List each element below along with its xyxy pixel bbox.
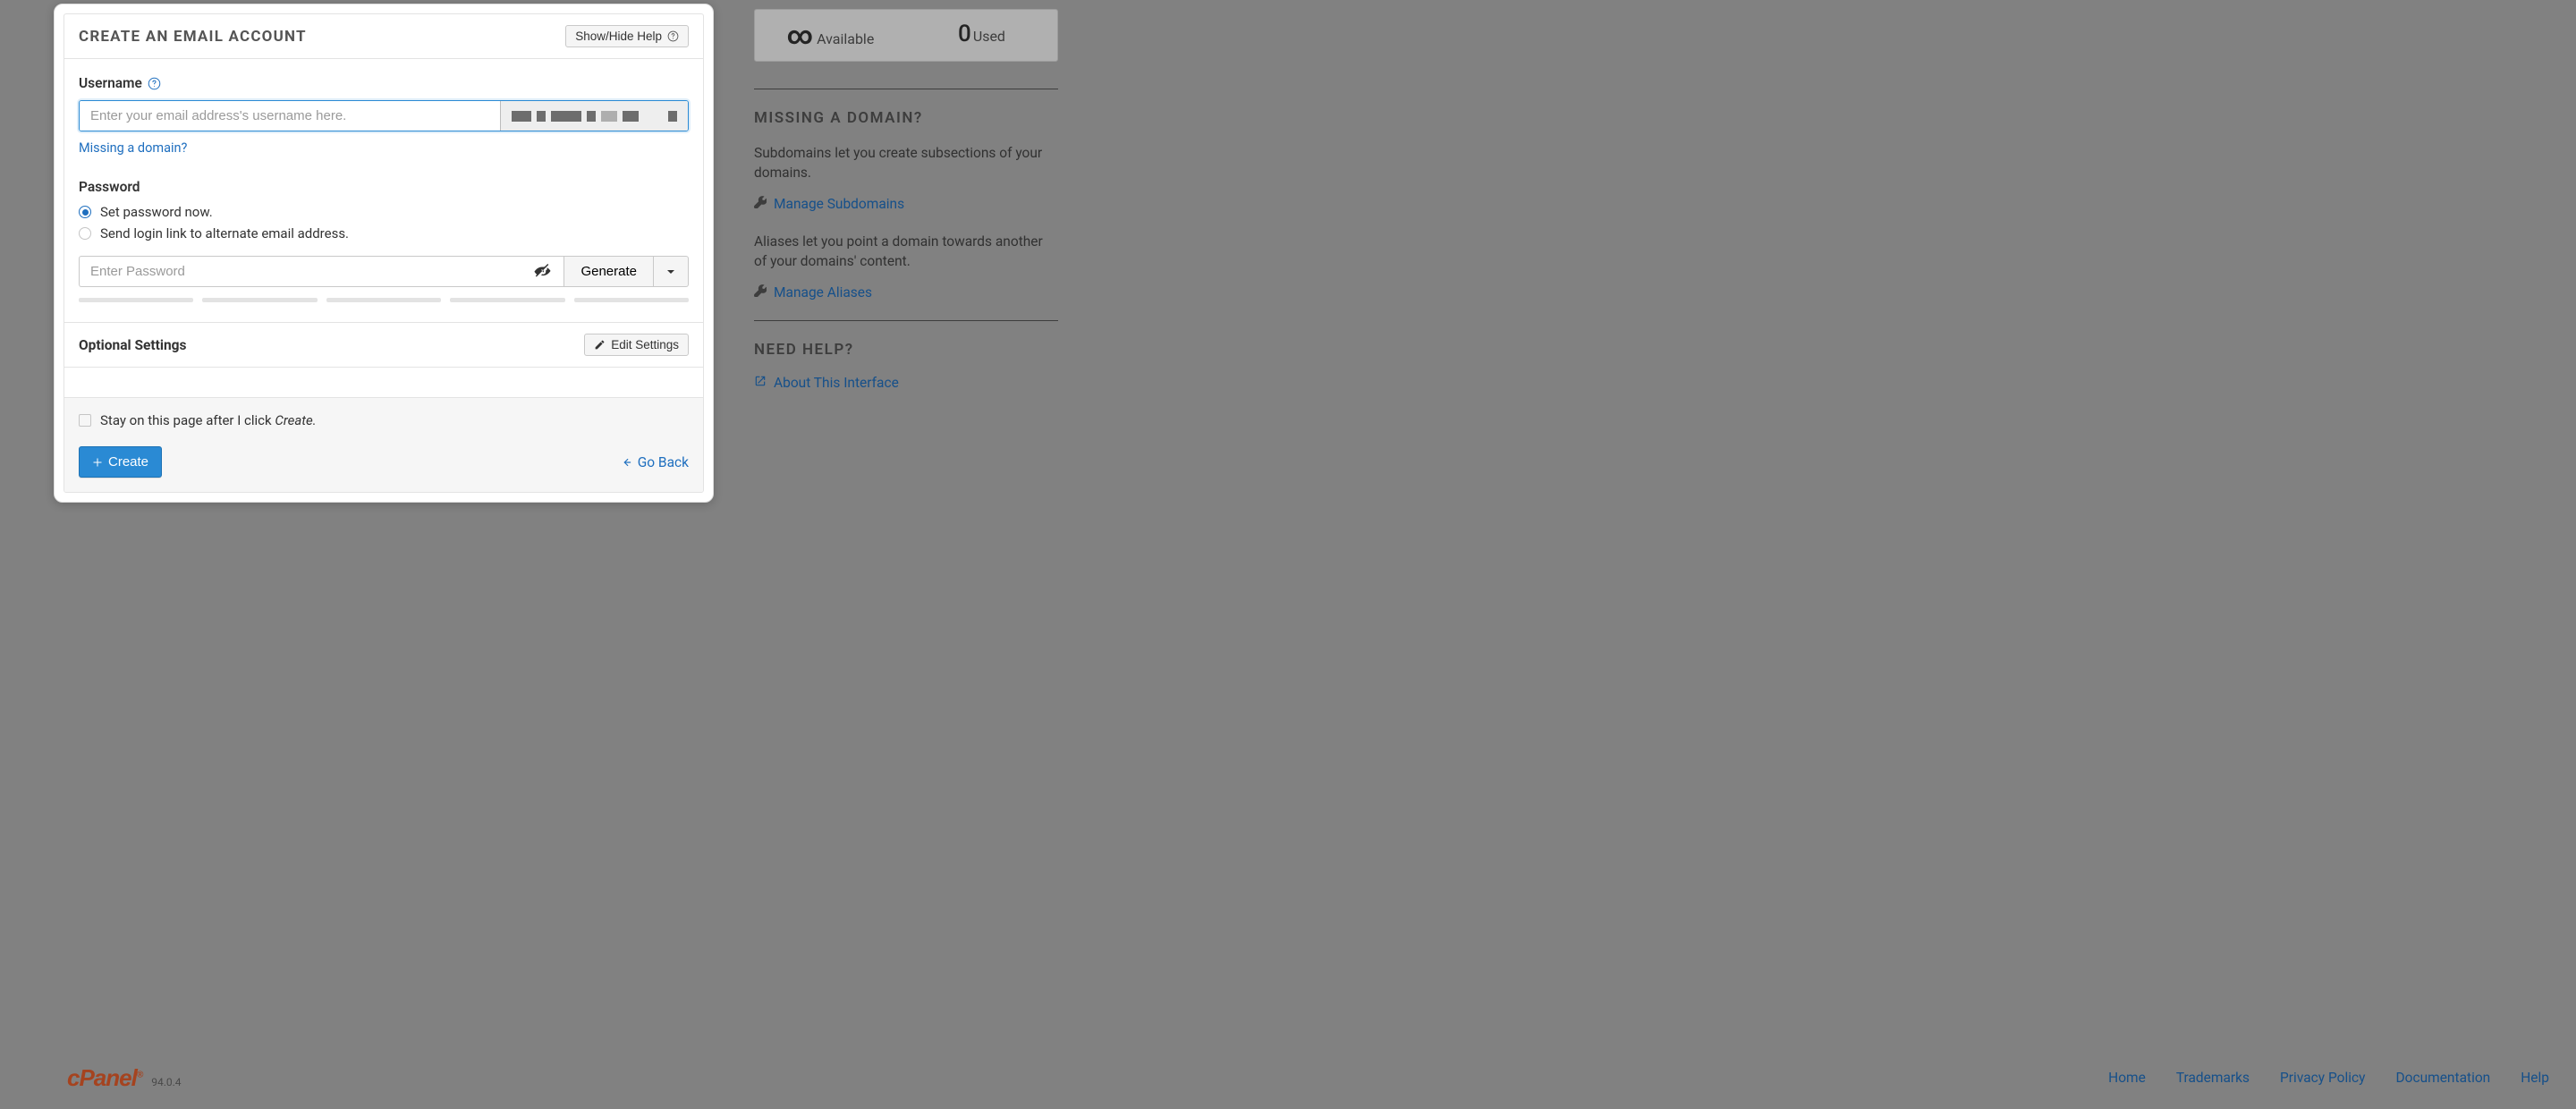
radio-checked-icon — [79, 206, 91, 218]
sidebar: ∞Available 0Used Missing a Domain? Subdo… — [754, 0, 1058, 411]
password-input[interactable] — [79, 256, 521, 287]
password-label: Password — [79, 179, 689, 195]
password-input-group: Generate — [79, 256, 689, 287]
radio-set-now-label: Set password now. — [100, 204, 213, 220]
footer-docs-link[interactable]: Documentation — [2395, 1070, 2490, 1086]
footer-help-link[interactable]: Help — [2521, 1070, 2549, 1086]
radio-send-link-label: Send login link to alternate email addre… — [100, 225, 349, 241]
arrow-left-icon — [620, 456, 632, 469]
optional-settings-title: Optional Settings — [79, 337, 186, 353]
stat-used: 0Used — [906, 21, 1057, 50]
pencil-icon — [594, 339, 606, 351]
eye-slash-icon — [533, 263, 551, 281]
infinity-icon: ∞ — [787, 21, 813, 50]
panel-footer: Stay on this page after I click Create. … — [64, 397, 703, 492]
stat-available-label: Available — [817, 30, 874, 47]
generate-options-button[interactable] — [654, 256, 689, 287]
edit-settings-button[interactable]: Edit Settings — [584, 334, 689, 356]
stats-box: ∞Available 0Used — [754, 9, 1058, 62]
redacted-domain — [668, 111, 677, 122]
manage-subdomains-text: Manage Subdomains — [774, 196, 904, 212]
go-back-link[interactable]: Go Back — [620, 454, 689, 470]
create-button-label: Create — [108, 454, 148, 470]
create-button[interactable]: Create — [79, 446, 162, 478]
generate-password-button[interactable]: Generate — [564, 256, 654, 287]
manage-aliases-link[interactable]: Manage Aliases — [754, 284, 1058, 301]
redacted-domain — [601, 111, 617, 122]
radio-set-password-now[interactable]: Set password now. — [79, 204, 689, 220]
side-need-help-title: Need Help? — [754, 341, 1058, 359]
about-interface-link[interactable]: About This Interface — [754, 375, 1058, 391]
side-missing-title: Missing a Domain? — [754, 109, 1058, 127]
username-input-group — [79, 100, 689, 131]
side-subdomains-text: Subdomains let you create subsections of… — [754, 143, 1058, 183]
domain-segment[interactable] — [500, 101, 688, 131]
redacted-domain — [587, 111, 596, 122]
external-link-icon — [754, 375, 767, 391]
optional-settings-body — [64, 367, 703, 397]
redacted-domain — [623, 111, 639, 122]
stat-available: ∞Available — [755, 21, 906, 50]
redacted-domain — [537, 111, 546, 122]
footer-version: 94.0.4 — [151, 1076, 181, 1088]
wrench-icon — [754, 284, 767, 301]
missing-domain-link[interactable]: Missing a domain? — [79, 140, 187, 156]
cpanel-logo: cPanel® — [67, 1064, 142, 1092]
show-hide-help-button[interactable]: Show/Hide Help — [565, 25, 689, 47]
footer-trademarks-link[interactable]: Trademarks — [2176, 1070, 2250, 1086]
side-need-help: Need Help? About This Interface — [754, 320, 1058, 411]
checkbox-unchecked-icon — [79, 414, 91, 427]
redacted-domain — [551, 111, 581, 122]
radio-unchecked-icon — [79, 227, 91, 240]
create-email-panel: Create an Email Account Show/Hide Help U… — [54, 4, 714, 503]
redacted-domain — [512, 111, 531, 122]
help-circle-icon[interactable] — [148, 77, 161, 90]
manage-subdomains-link[interactable]: Manage Subdomains — [754, 196, 1058, 212]
side-aliases-text: Aliases let you point a domain towards a… — [754, 232, 1058, 272]
footer-home-link[interactable]: Home — [2108, 1070, 2146, 1086]
footer: cPanel® 94.0.4 Home Trademarks Privacy P… — [40, 1046, 2576, 1109]
show-hide-help-text: Show/Hide Help — [575, 30, 662, 43]
username-label: Username — [79, 75, 689, 91]
help-circle-icon — [667, 30, 679, 42]
stat-used-label: Used — [973, 28, 1005, 45]
username-input[interactable] — [80, 101, 500, 131]
go-back-text: Go Back — [638, 454, 689, 470]
stat-used-num: 0 — [958, 21, 971, 47]
footer-privacy-link[interactable]: Privacy Policy — [2280, 1070, 2365, 1086]
manage-aliases-text: Manage Aliases — [774, 284, 872, 301]
panel-header: Create an Email Account Show/Hide Help — [64, 14, 703, 59]
toggle-password-visibility-button[interactable] — [521, 256, 564, 287]
panel-title: Create an Email Account — [79, 28, 307, 46]
footer-links: Home Trademarks Privacy Policy Documenta… — [2108, 1070, 2549, 1086]
optional-settings-row: Optional Settings Edit Settings — [64, 322, 703, 367]
stay-on-page-checkbox[interactable]: Stay on this page after I click Create. — [79, 412, 689, 428]
wrench-icon — [754, 196, 767, 212]
password-strength-meter — [79, 298, 689, 302]
stay-on-page-label: Stay on this page after I click Create. — [100, 412, 317, 428]
radio-send-login-link[interactable]: Send login link to alternate email addre… — [79, 225, 689, 241]
caret-down-icon — [666, 267, 675, 276]
about-interface-text: About This Interface — [774, 375, 899, 391]
side-missing-domain: Missing a Domain? Subdomains let you cre… — [754, 89, 1058, 320]
plus-icon — [92, 457, 103, 468]
